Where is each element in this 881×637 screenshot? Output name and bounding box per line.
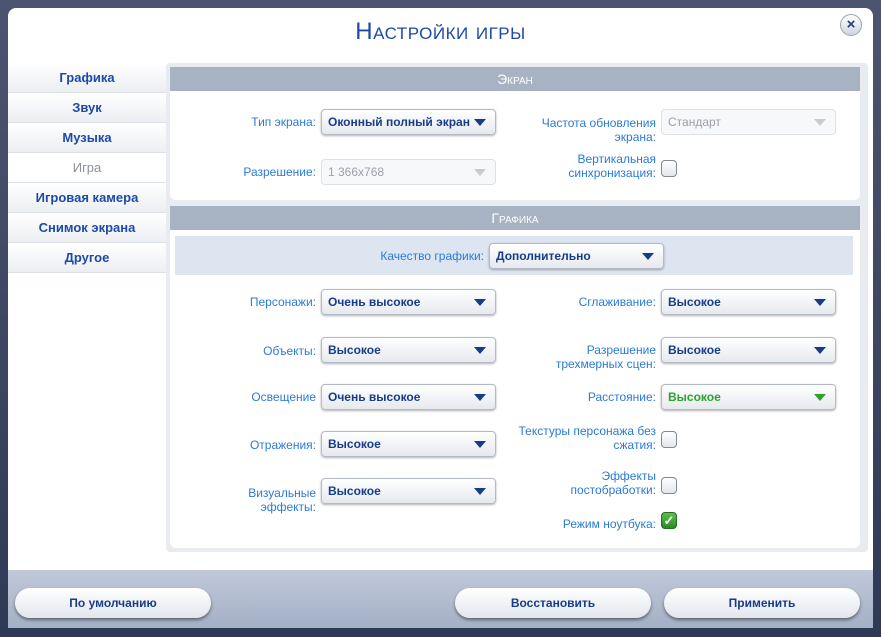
sidebar-item-graphics[interactable]: Графика	[8, 63, 166, 93]
sidebar-item-camera[interactable]: Игровая камера	[8, 183, 166, 213]
check-icon: ✓	[663, 513, 675, 528]
laptop-mode-checkbox[interactable]: ✓	[661, 512, 677, 529]
sidebar-item-game[interactable]: Игра	[8, 153, 166, 183]
apply-button[interactable]: Применить	[664, 588, 860, 618]
distance-dropdown[interactable]: Высокое	[661, 384, 836, 410]
sidebar-item-screenshot[interactable]: Снимок экрана	[8, 213, 166, 243]
textures-checkbox[interactable]	[661, 431, 677, 448]
3d-resolution-dropdown[interactable]: Высокое	[661, 337, 836, 363]
section-header-graphics: Графика	[170, 206, 860, 230]
defaults-button[interactable]: По умолчанию	[15, 588, 211, 618]
antialiasing-label: Сглаживание:	[578, 295, 656, 309]
sidebar-item-music[interactable]: Музыка	[8, 123, 166, 153]
textures-label: Текстуры персонажа без сжатия:	[518, 424, 656, 452]
section-header-screen: Экран	[170, 67, 860, 91]
vsync-checkbox[interactable]	[661, 160, 677, 177]
visual-effects-label: Визуальные эффекты:	[248, 486, 316, 514]
refresh-rate-label: Частота обновления экрана:	[541, 116, 656, 144]
antialiasing-dropdown[interactable]: Высокое	[661, 289, 836, 315]
objects-dropdown[interactable]: Высокое	[321, 337, 496, 363]
quality-label: Качество графики:	[380, 249, 484, 263]
screen-section	[170, 91, 860, 200]
postprocessing-checkbox[interactable]	[661, 477, 677, 494]
postprocessing-label: Эффекты постобработки:	[570, 469, 657, 497]
3d-resolution-label: Разрешение трехмерных сцен:	[555, 343, 656, 371]
visual-effects-dropdown[interactable]: Высокое	[321, 478, 496, 504]
lighting-label: Освещение	[251, 390, 316, 404]
sims-label: Персонажи:	[249, 295, 316, 309]
reflections-dropdown[interactable]: Высокое	[321, 431, 496, 457]
vsync-label: Вертикальная синхронизация:	[568, 152, 656, 180]
dialog-title: Настройки игры	[355, 18, 526, 45]
screen-type-dropdown[interactable]: Оконный полный экран	[321, 109, 496, 135]
resolution-dropdown[interactable]: 1 366x768	[321, 159, 496, 185]
sidebar: Графика Звук Музыка Игра Игровая камера …	[8, 63, 166, 273]
close-icon[interactable]: ×	[840, 14, 862, 36]
sidebar-item-sound[interactable]: Звук	[8, 93, 166, 123]
reflections-label: Отражения:	[249, 438, 316, 452]
distance-label: Расстояние:	[587, 390, 656, 404]
objects-label: Объекты:	[263, 344, 316, 358]
refresh-rate-dropdown[interactable]: Стандарт	[661, 109, 836, 135]
sidebar-item-other[interactable]: Другое	[8, 243, 166, 273]
quality-dropdown[interactable]: Дополнительно	[489, 243, 664, 269]
resolution-label: Разрешение:	[243, 165, 316, 179]
restore-button[interactable]: Восстановить	[455, 588, 651, 618]
sims-dropdown[interactable]: Очень высокое	[321, 289, 496, 315]
lighting-dropdown[interactable]: Очень высокое	[321, 384, 496, 410]
screen-type-label: Тип экрана:	[251, 115, 316, 129]
laptop-mode-label: Режим ноутбука:	[562, 517, 656, 531]
